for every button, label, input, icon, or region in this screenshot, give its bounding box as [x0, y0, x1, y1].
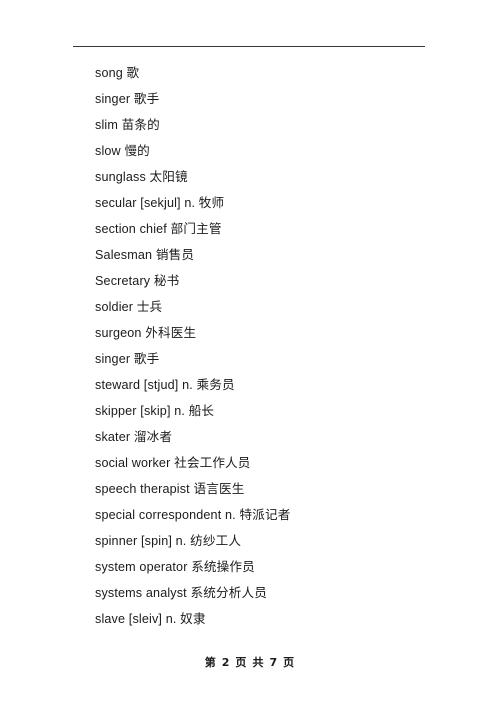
vocabulary-entry: slow 慢的	[95, 144, 150, 158]
footer-page-number: 第 2 页 共 7 页	[204, 656, 296, 669]
vocabulary-entry: song 歌	[95, 66, 140, 80]
vocabulary-entry: singer 歌手	[95, 352, 160, 366]
vocabulary-entry: Secretary 秘书	[95, 274, 180, 288]
page-footer: 第 2 页 共 7 页	[0, 653, 500, 671]
vocabulary-entry: slave [sleiv] n. 奴隶	[95, 612, 206, 626]
vocabulary-entry: slim 苗条的	[95, 118, 160, 132]
vocabulary-entry: surgeon 外科医生	[95, 326, 197, 340]
vocabulary-entry: skipper [skip] n. 船长	[95, 404, 215, 418]
vocabulary-entry: secular [sekjul] n. 牧师	[95, 196, 225, 210]
vocabulary-entry: singer 歌手	[95, 92, 160, 106]
vocabulary-entry: section chief 部门主管	[95, 222, 222, 236]
vocabulary-entry: Salesman 销售员	[95, 248, 195, 262]
vocabulary-entry: system operator 系统操作员	[95, 560, 255, 574]
vocabulary-entry: systems analyst 系统分析人员	[95, 586, 267, 600]
document-page: song 歌 singer 歌手 slim 苗条的 slow 慢的 sunglass 太…	[0, 0, 500, 708]
vocabulary-list: song 歌 singer 歌手 slim 苗条的 slow 慢的 sunglass 太…	[95, 60, 435, 632]
vocabulary-entry: steward [stjud] n. 乘务员	[95, 378, 235, 392]
vocabulary-entry: speech therapist 语言医生	[95, 482, 245, 496]
vocabulary-entry: spinner [spin] n. 纺纱工人	[95, 534, 242, 548]
header-rule	[73, 46, 425, 47]
vocabulary-entry: social worker 社会工作人员	[95, 456, 251, 470]
vocabulary-entry: soldier 士兵	[95, 300, 163, 314]
vocabulary-entry: sunglass 太阳镜	[95, 170, 188, 184]
vocabulary-entry: special correspondent n. 特派记者	[95, 508, 291, 522]
vocabulary-entry: skater 溜冰者	[95, 430, 173, 444]
